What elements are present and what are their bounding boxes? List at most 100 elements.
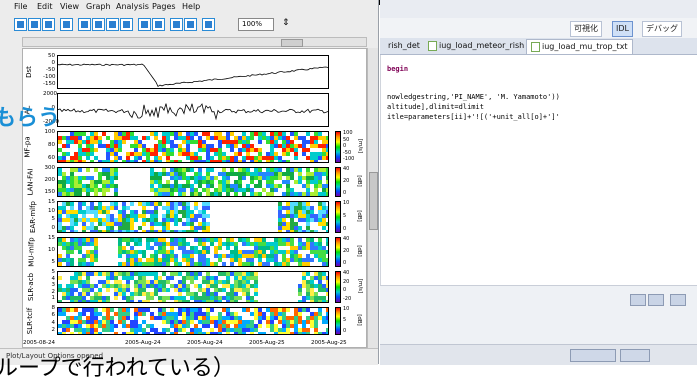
view-icon[interactable] bbox=[630, 294, 646, 306]
status-icon-group[interactable] bbox=[570, 349, 616, 362]
zoom-spinner-icon[interactable]: ⇕ bbox=[282, 18, 290, 28]
spectrogram-cell bbox=[290, 266, 294, 267]
plot-panel-lan-fai[interactable] bbox=[57, 167, 329, 197]
horizontal-scroll-thumb[interactable] bbox=[281, 39, 303, 47]
colorbar-tick: 5 bbox=[343, 213, 347, 219]
spectrogram-cell bbox=[326, 230, 328, 232]
spectrogram-cell bbox=[218, 332, 222, 334]
zoom-select[interactable]: 100% bbox=[238, 18, 274, 31]
spectrogram-cell bbox=[130, 202, 134, 206]
panel-ylabel: SLR-tclf bbox=[26, 307, 35, 335]
colorbar-tick: -50 bbox=[343, 149, 352, 156]
plot-panel-mf-pa[interactable] bbox=[57, 131, 329, 163]
spectrogram-cell bbox=[102, 196, 106, 197]
menu-view[interactable]: View bbox=[60, 1, 79, 12]
spectrogram-cell bbox=[250, 332, 254, 334]
panel-ytick: 10 bbox=[48, 247, 55, 253]
tab-rish-det[interactable]: rish_det bbox=[384, 39, 424, 53]
status-icon-group[interactable] bbox=[620, 349, 650, 362]
idl-workbench-window: 可視化 IDL デバッグ rish_det iug_load_meteor_ri… bbox=[380, 0, 697, 365]
tab-iug-load-meteor-rish[interactable]: iug_load_meteor_rish bbox=[424, 39, 528, 53]
panel-ylabel: MU-mlfp bbox=[27, 237, 36, 267]
spectrogram-cell bbox=[222, 196, 226, 197]
colorbar bbox=[335, 237, 341, 267]
prev-page-icon[interactable] bbox=[92, 18, 105, 31]
open-icon[interactable] bbox=[28, 18, 41, 31]
menu-graph[interactable]: Graph bbox=[86, 1, 111, 12]
spectrogram-cell bbox=[166, 266, 170, 267]
spectrogram-cell bbox=[114, 196, 118, 197]
spectrogram-cell bbox=[170, 276, 174, 280]
last-page-icon[interactable] bbox=[120, 18, 133, 31]
delete-panel-icon[interactable] bbox=[152, 18, 165, 31]
colorbar-tick: 20 bbox=[343, 178, 350, 184]
code-editor[interactable]: begin nowledgestring,'PI_NAME', 'M. Yama… bbox=[380, 55, 697, 292]
plot-panel-dst[interactable] bbox=[57, 55, 329, 89]
panel-ytick: 4 bbox=[51, 319, 56, 326]
tab-iug-load-mu-trop-txt[interactable]: iug_load_mu_trop_txt bbox=[526, 39, 633, 54]
vertical-scroll-thumb[interactable] bbox=[369, 172, 378, 230]
perspective-debug[interactable]: デバッグ bbox=[642, 21, 682, 37]
menu-analysis[interactable]: Analysis bbox=[116, 1, 149, 12]
spectrogram-cell bbox=[134, 218, 138, 222]
horizontal-scrollbar[interactable] bbox=[22, 37, 367, 47]
view-icon[interactable] bbox=[670, 294, 686, 306]
spectrogram-cell bbox=[106, 300, 110, 302]
menu-pages[interactable]: Pages bbox=[152, 1, 176, 12]
perspective-visualize[interactable]: 可視化 bbox=[570, 21, 602, 37]
new-icon[interactable] bbox=[14, 18, 27, 31]
vertical-scrollbar[interactable] bbox=[367, 48, 378, 348]
first-page-icon[interactable] bbox=[78, 18, 91, 31]
spectrogram-cell bbox=[146, 300, 150, 302]
options-icon[interactable] bbox=[184, 18, 197, 31]
spectrogram-cell bbox=[158, 196, 162, 197]
spectrogram-cell bbox=[206, 266, 210, 267]
spectrogram-cell bbox=[234, 300, 238, 302]
spectrogram-cell bbox=[250, 136, 254, 140]
spectrogram-cell bbox=[242, 176, 246, 180]
spectrogram-cell bbox=[242, 266, 246, 267]
perspective-idl[interactable]: IDL bbox=[612, 21, 633, 37]
layout-icon[interactable] bbox=[170, 18, 183, 31]
plot-panel-slr-tclf[interactable] bbox=[57, 307, 329, 335]
spectrogram-cell bbox=[142, 266, 146, 267]
next-page-icon[interactable] bbox=[106, 18, 119, 31]
spectrogram-cell bbox=[302, 300, 306, 302]
colorbar-tick: 100 bbox=[343, 130, 353, 136]
panel-ytick: 5 bbox=[51, 259, 56, 265]
panel-units: [dB] bbox=[355, 314, 362, 326]
view-icon[interactable] bbox=[648, 294, 664, 306]
panel-ytick: 6 bbox=[51, 312, 56, 319]
plot-panel-ear-mlfp[interactable] bbox=[57, 201, 329, 233]
colorbar-tick: 20 bbox=[343, 248, 350, 254]
spectrogram-cell bbox=[270, 266, 274, 267]
menu-file[interactable]: File bbox=[14, 1, 27, 12]
spectrogram-cell bbox=[258, 160, 262, 162]
plot-panel-al[interactable] bbox=[57, 93, 329, 127]
panel-ytick: 8 bbox=[51, 305, 56, 311]
panel-ytick: 15 bbox=[48, 199, 55, 205]
info-icon[interactable] bbox=[202, 18, 215, 31]
spectrogram-cell bbox=[170, 152, 174, 156]
panel-ytick: 50 bbox=[48, 53, 55, 59]
spectrogram-cell bbox=[326, 192, 328, 196]
spectrogram-cell bbox=[70, 250, 74, 254]
panel-ytick: 2 bbox=[51, 288, 56, 295]
plot-panel-slr-acb[interactable] bbox=[57, 271, 329, 303]
save-icon[interactable] bbox=[42, 18, 55, 31]
menu-help[interactable]: Help bbox=[182, 1, 200, 12]
spectrogram-cell bbox=[62, 196, 66, 197]
colorbar bbox=[335, 131, 341, 163]
plot-panel-mu-mlfp[interactable] bbox=[57, 237, 329, 267]
spectrogram-cell bbox=[266, 196, 270, 197]
print-icon[interactable] bbox=[60, 18, 73, 31]
spectrogram-cell bbox=[66, 144, 70, 148]
menu-edit[interactable]: Edit bbox=[37, 1, 53, 12]
plot-canvas[interactable]: Dst 50 0 -50 -100 -150 AL 2000 0 -2000 MF-pa 100 80 6… bbox=[22, 48, 367, 348]
spectrogram-cell bbox=[234, 196, 238, 197]
panel-ytick: -150 bbox=[43, 81, 56, 87]
spectrogram-cell bbox=[218, 196, 222, 197]
add-panel-icon[interactable] bbox=[138, 18, 151, 31]
spectrogram-cell bbox=[182, 266, 186, 267]
colorbar-tick: 10 bbox=[343, 200, 350, 206]
